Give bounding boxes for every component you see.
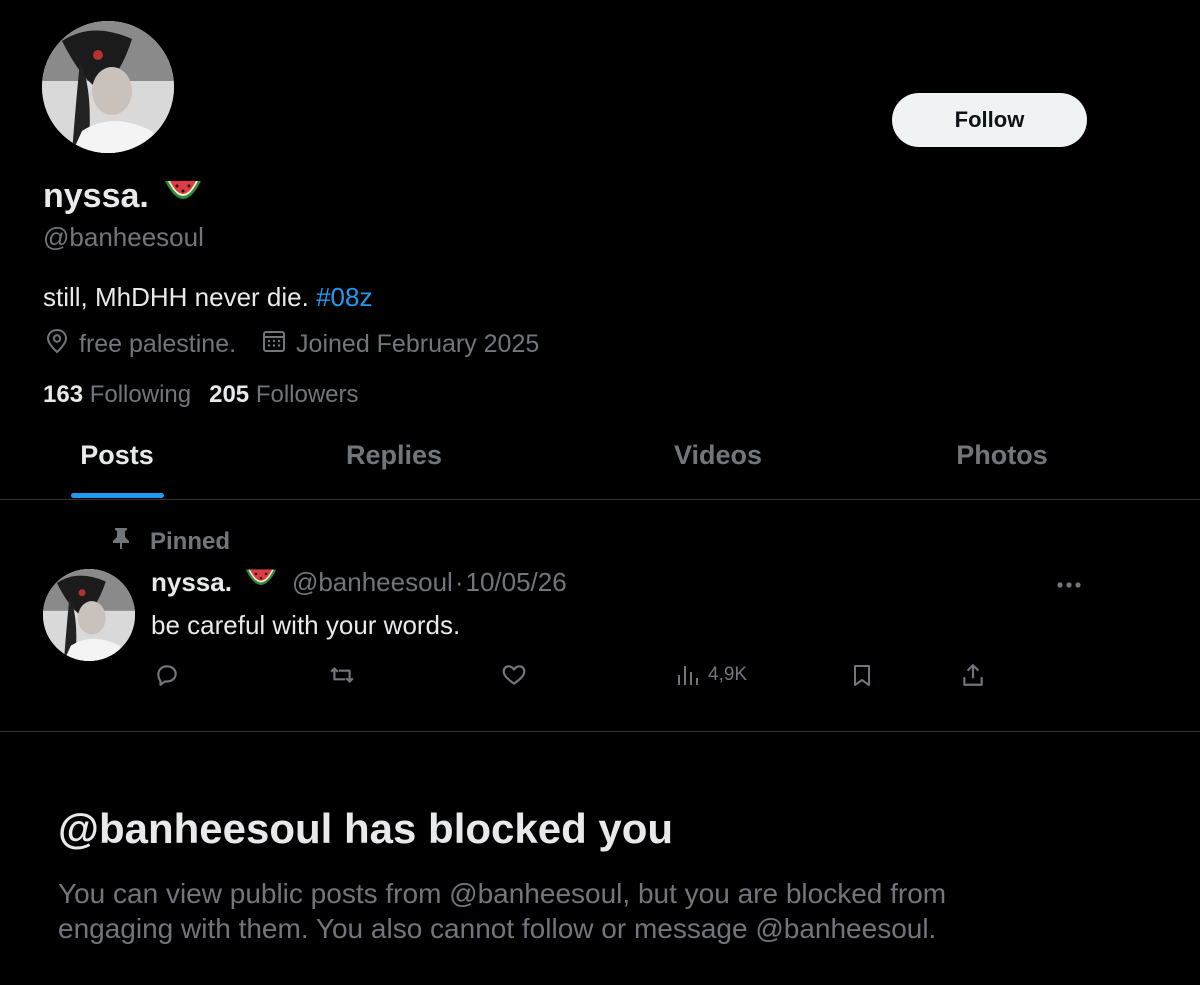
- tabs-divider: [0, 499, 1200, 500]
- pinned-label: Pinned: [110, 526, 230, 557]
- post-text: be careful with your words.: [151, 610, 461, 640]
- profile-display-name: nyssa.: [43, 175, 203, 217]
- tab-replies[interactable]: Replies: [346, 440, 442, 471]
- profile-bio: still, MhDHH never die. #08z: [43, 282, 372, 313]
- following-link[interactable]: 163 Following: [43, 381, 191, 409]
- following-label: Following: [89, 381, 192, 408]
- watermelon-icon: [163, 175, 203, 217]
- profile-avatar[interactable]: [42, 21, 174, 153]
- blocked-title: @banheesoul has blocked you: [58, 805, 674, 852]
- profile-stats: 163 Following 205 Followers: [43, 381, 359, 409]
- tab-photos[interactable]: Photos: [956, 440, 1048, 471]
- profile-handle: @banheesoul: [43, 222, 204, 252]
- bio-text: still, MhDHH never die.: [43, 282, 309, 312]
- blocked-description: You can view public posts from @banheeso…: [58, 878, 947, 944]
- followers-link[interactable]: 205 Followers: [209, 381, 358, 409]
- views-count: 4,9K: [708, 664, 748, 685]
- location-item: free palestine.: [45, 328, 236, 361]
- bio-hashtag[interactable]: #08z: [316, 282, 372, 312]
- tab-posts[interactable]: Posts: [80, 440, 154, 471]
- pin-icon: [110, 526, 132, 557]
- active-tab-indicator: [71, 493, 164, 498]
- post-divider: [0, 731, 1200, 732]
- post-author-avatar[interactable]: [43, 569, 135, 661]
- joined-text: Joined February 2025: [296, 330, 540, 358]
- follow-button[interactable]: Follow: [892, 93, 1087, 147]
- share-button[interactable]: [960, 662, 986, 688]
- like-icon: [500, 662, 528, 688]
- reply-icon: [154, 662, 180, 688]
- location-text: free palestine.: [79, 330, 237, 358]
- retweet-icon: [328, 662, 356, 688]
- views-icon: [676, 662, 700, 688]
- reply-button[interactable]: [154, 662, 180, 688]
- bookmark-icon: [850, 662, 874, 688]
- post-author-handle[interactable]: @banheesoul: [292, 567, 453, 598]
- profile-meta: free palestine. Joined February 2025: [45, 328, 539, 361]
- post-separator: ·: [454, 567, 464, 597]
- tab-videos[interactable]: Videos: [674, 440, 762, 471]
- post-author-name-text: nyssa.: [151, 567, 232, 597]
- location-pin-icon: [45, 328, 69, 361]
- followers-count: 205: [209, 381, 250, 408]
- joined-item: Joined February 2025: [262, 329, 539, 360]
- post-date[interactable]: 10/05/26: [465, 567, 566, 598]
- pinned-text: Pinned: [150, 527, 231, 555]
- display-name-text: nyssa.: [43, 177, 149, 215]
- retweet-button[interactable]: [328, 662, 356, 688]
- calendar-icon: [262, 329, 286, 360]
- following-count: 163: [43, 381, 84, 408]
- views-button[interactable]: 4,9K: [676, 662, 747, 688]
- more-icon[interactable]: [1056, 565, 1082, 596]
- post-author-name[interactable]: nyssa.: [151, 566, 278, 599]
- post-header: nyssa. @banheesoul · 10/05/26: [151, 566, 567, 599]
- like-button[interactable]: [500, 662, 528, 688]
- followers-label: Followers: [255, 381, 359, 408]
- watermelon-icon: [244, 566, 278, 599]
- share-icon: [960, 662, 986, 688]
- bookmark-button[interactable]: [850, 662, 874, 688]
